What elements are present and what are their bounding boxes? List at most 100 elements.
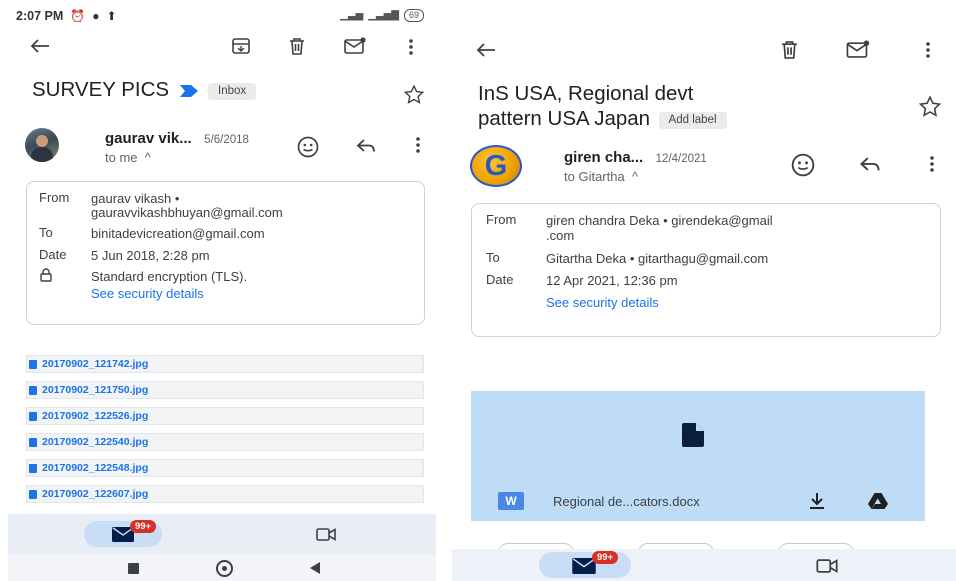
attachment-item[interactable]: 20170902_122607.jpg — [26, 485, 424, 503]
emoji-react-icon[interactable] — [791, 153, 815, 177]
message-details-card: From gaurav vikash • gauravvikashbhuyan@… — [26, 181, 425, 325]
message-details-card: From giren chandra Deka • girendeka@gmai… — [471, 203, 941, 337]
email-date: 5/6/2018 — [204, 134, 249, 146]
sender-line: gaurav vik... 5/6/2018 — [105, 130, 249, 148]
attachment-name: 20170902_122526.jpg — [42, 410, 149, 422]
avatar-letter: G — [484, 150, 508, 182]
email-date: 12/4/2021 — [655, 153, 707, 165]
home-button-dot — [222, 566, 227, 571]
word-doc-icon: W — [498, 492, 524, 510]
bottom-navigation: 99+ — [8, 514, 436, 554]
signal-icon-2: ▁▃▅▇ — [368, 10, 399, 21]
download-icon[interactable] — [809, 492, 825, 509]
message-more-icon[interactable] — [416, 137, 420, 153]
delete-icon[interactable] — [289, 38, 305, 55]
meet-video-icon[interactable] — [816, 559, 838, 573]
upload-icon: ⬆ — [106, 9, 117, 23]
attachment-item[interactable]: 20170902_121750.jpg — [26, 381, 424, 399]
back-button[interactable] — [310, 562, 320, 574]
recipient-toggle[interactable]: to Gitartha ^ — [564, 169, 638, 184]
image-file-icon — [29, 359, 37, 369]
recipient-summary: to Gitartha — [564, 169, 625, 184]
encryption-text: Standard encryption (TLS). — [91, 269, 248, 284]
delete-icon[interactable] — [781, 41, 798, 59]
attachment-item[interactable]: 20170902_121742.jpg — [26, 355, 424, 373]
email-subject-line-1: InS USA, Regional devt — [478, 82, 694, 105]
image-file-icon — [29, 385, 37, 395]
image-file-icon — [29, 463, 37, 473]
attachment-item[interactable]: 20170902_122526.jpg — [26, 407, 424, 425]
mark-unread-icon[interactable] — [344, 37, 366, 54]
save-to-drive-icon[interactable] — [868, 493, 888, 509]
email-subject: SURVEY PICS — [32, 78, 170, 101]
from-label: From — [486, 212, 517, 227]
sender-avatar[interactable] — [25, 128, 59, 162]
email-subject-line-2: pattern USA Japan — [478, 107, 651, 130]
system-navigation-bar — [8, 554, 436, 581]
notification-icon: ● — [92, 9, 100, 23]
reply-icon[interactable] — [859, 157, 881, 172]
bottom-navigation: 99+ — [452, 549, 956, 581]
security-details-link[interactable]: See security details — [91, 285, 204, 302]
battery-icon: 69 — [403, 9, 424, 22]
left-email-screen: 2:07 PM ⏰ ● ⬆ ▁▃▅ ▁▃▅▇ 69 SURVEY PICS In… — [0, 0, 444, 581]
to-value: Gitartha Deka • gitarthagu@gmail.com — [546, 251, 769, 266]
sender-name[interactable]: gaurav vik... — [105, 130, 192, 147]
lock-icon — [40, 268, 52, 282]
back-arrow-icon[interactable] — [30, 38, 50, 54]
panel-separator — [444, 0, 452, 581]
security-details-link[interactable]: See security details — [546, 294, 659, 311]
to-value: binitadevicreation@gmail.com — [91, 226, 265, 241]
sender-line: giren cha... 12/4/2021 — [564, 149, 707, 167]
signal-icon: ▁▃▅ — [340, 10, 364, 21]
meet-video-icon[interactable] — [316, 528, 336, 541]
star-icon[interactable] — [404, 85, 424, 104]
document-file-icon — [682, 423, 704, 447]
to-label: To — [39, 225, 53, 240]
message-more-icon[interactable] — [930, 156, 934, 172]
from-value-continued: .com — [546, 228, 575, 243]
to-label: To — [486, 250, 500, 265]
from-value: giren chandra Deka • girendeka@gmail — [546, 213, 773, 228]
recipient-summary: to me — [105, 150, 138, 165]
date-label: Date — [39, 247, 67, 262]
email-subject-row: SURVEY PICS Inbox — [32, 76, 257, 103]
chevron-up-icon: ^ — [141, 150, 151, 165]
sender-name[interactable]: giren cha... — [564, 149, 643, 166]
recent-apps-button[interactable] — [128, 563, 139, 574]
star-icon[interactable] — [919, 96, 941, 117]
mark-unread-icon[interactable] — [846, 40, 870, 58]
attachment-name: 20170902_122607.jpg — [42, 488, 149, 500]
attachment-item[interactable]: 20170902_122548.jpg — [26, 459, 424, 477]
add-label-chip[interactable]: Add label — [658, 112, 727, 130]
recipient-toggle[interactable]: to me ^ — [105, 150, 151, 165]
status-indicators: ▁▃▅ ▁▃▅▇ 69 — [340, 9, 424, 22]
image-file-icon — [29, 489, 37, 499]
status-time: 2:07 PM — [16, 9, 64, 23]
inbox-label-chip[interactable]: Inbox — [208, 83, 257, 101]
attachment-name: 20170902_121750.jpg — [42, 384, 149, 396]
date-value: 12 Apr 2021, 12:36 pm — [546, 273, 678, 288]
emoji-react-icon[interactable] — [297, 136, 319, 158]
back-arrow-icon[interactable] — [476, 42, 496, 58]
archive-icon[interactable] — [232, 38, 250, 54]
date-label: Date — [486, 272, 514, 287]
alarm-icon: ⏰ — [70, 9, 86, 23]
unread-count-badge: 99+ — [130, 520, 157, 533]
attachment-name: 20170902_122540.jpg — [42, 436, 149, 448]
more-options-icon[interactable] — [409, 39, 413, 55]
attachment-item[interactable]: 20170902_122540.jpg — [26, 433, 424, 451]
from-email: gauravvikashbhuyan@gmail.com — [91, 205, 283, 220]
date-value: 5 Jun 2018, 2:28 pm — [91, 248, 210, 263]
email-subject-row: pattern USA Japan Add label — [478, 105, 727, 132]
sender-avatar[interactable]: G — [470, 145, 522, 187]
important-marker-icon[interactable] — [179, 84, 198, 97]
attachment-name: 20170902_122548.jpg — [42, 462, 149, 474]
attachment-filename: Regional de...cators.docx — [553, 494, 700, 509]
image-file-icon — [29, 437, 37, 447]
attachment-preview-card[interactable]: W Regional de...cators.docx — [471, 391, 925, 521]
reply-icon[interactable] — [356, 139, 376, 153]
chevron-up-icon: ^ — [628, 169, 639, 184]
more-options-icon[interactable] — [926, 42, 930, 58]
image-file-icon — [29, 411, 37, 421]
